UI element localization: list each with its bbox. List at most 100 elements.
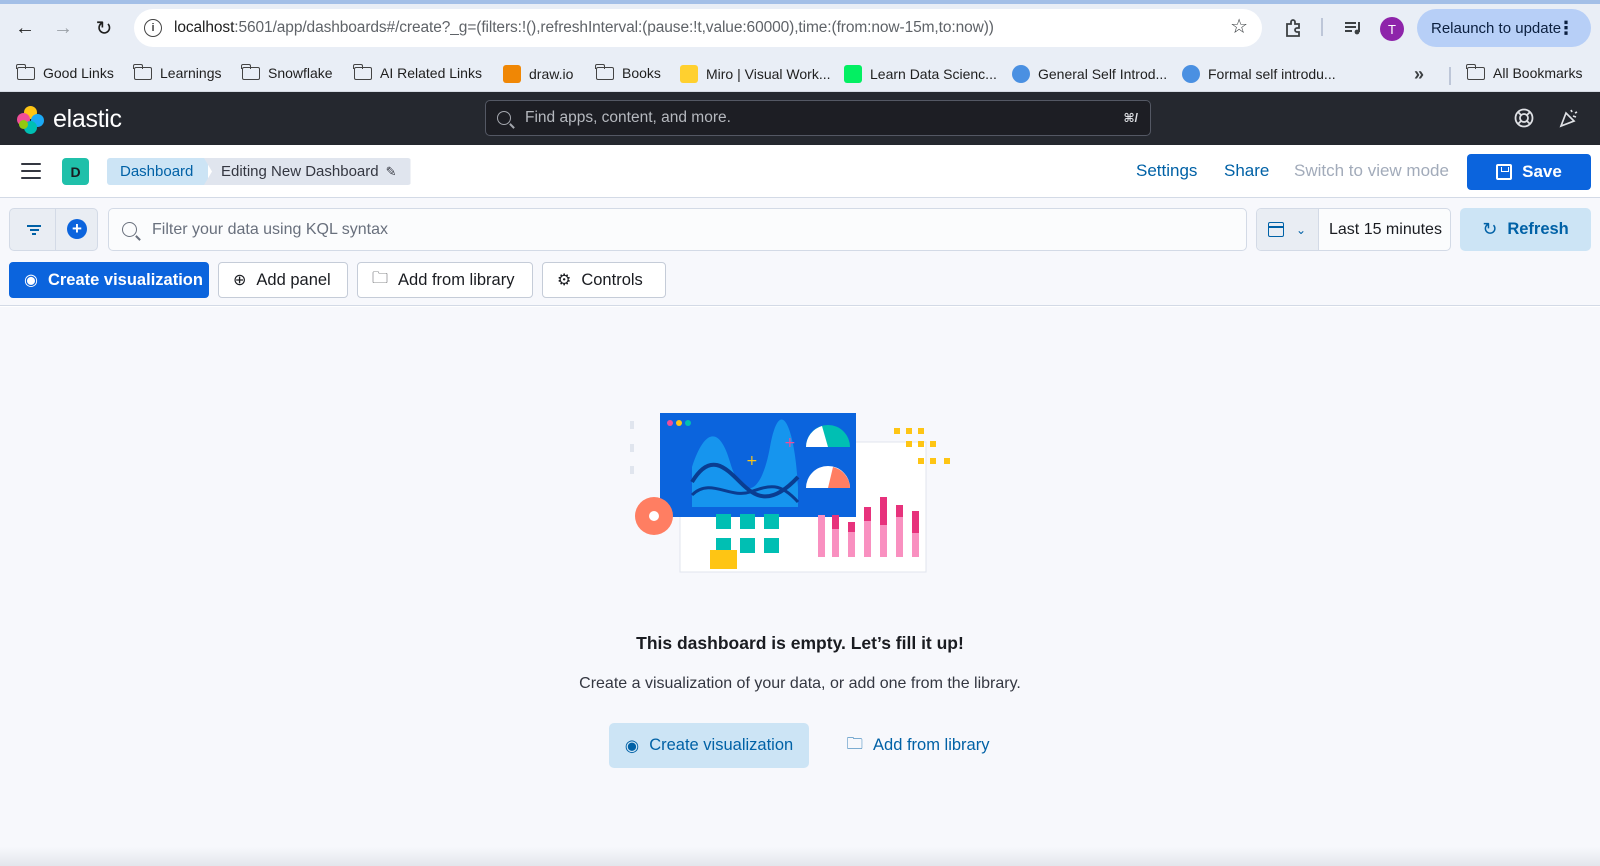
create-visualization-button[interactable]: ◉ Create visualization (9, 262, 209, 298)
time-range-label[interactable]: Last 15 minutes (1329, 221, 1442, 239)
bookmark-label: General Self Introd... (1038, 66, 1168, 82)
search-icon (497, 111, 511, 125)
add-from-library-button[interactable]: 🗀 Add from library (357, 262, 533, 298)
kql-search-input[interactable]: Filter your data using KQL syntax (108, 208, 1247, 251)
breadcrumb-editing[interactable]: Editing New Dashboard ✎ (204, 158, 411, 185)
empty-create-visualization-label: Create visualization (649, 736, 794, 754)
refresh-icon: ↻ (1482, 219, 1498, 239)
breadcrumb-dashboard[interactable]: Dashboard (107, 158, 209, 185)
bookmark-star-icon[interactable]: ☆ (1230, 17, 1248, 37)
breadcrumb-label: Editing New Dashboard (221, 163, 379, 180)
people-icon (1182, 65, 1200, 83)
empty-add-from-library-label: Add from library (873, 736, 990, 754)
bookmark-formal-self-intro[interactable]: Formal self introdu... (1182, 65, 1336, 83)
bookmark-drawio[interactable]: draw.io (503, 65, 573, 83)
add-panel-button[interactable]: ⊕ Add panel (218, 262, 348, 298)
back-icon[interactable]: ← (11, 14, 39, 42)
bookmark-learn-data-science[interactable]: Learn Data Scienc... (844, 65, 997, 83)
bookmark-label: All Bookmarks (1493, 65, 1583, 81)
empty-add-from-library-button[interactable]: 🗀 Add from library (832, 723, 1004, 768)
bookmark-label: Learnings (160, 65, 222, 81)
bookmark-snowflake[interactable]: Snowflake (241, 63, 333, 81)
pencil-icon: ✎ (385, 163, 397, 179)
media-control-icon[interactable] (1341, 16, 1365, 40)
space-avatar[interactable]: D (62, 158, 89, 185)
search-shortcut: ⌘/ (1123, 111, 1138, 125)
bookmark-label: Learn Data Scienc... (870, 66, 997, 82)
quick-select-button[interactable]: ⌄ (1257, 209, 1319, 250)
help-icon[interactable] (1512, 106, 1536, 130)
bookmark-good-links[interactable]: Good Links (16, 63, 114, 81)
relaunch-label: Relaunch to update (1431, 19, 1562, 37)
miro-icon (680, 65, 698, 83)
browser-toolbar: ← → ↻ i localhost:5601/app/dashboards#/c… (0, 0, 1600, 58)
switch-view-mode-link[interactable]: Switch to view mode (1294, 161, 1449, 181)
empty-create-visualization-button[interactable]: ◉ Create visualization (609, 723, 809, 768)
news-feed-icon[interactable] (1557, 106, 1581, 130)
relaunch-button[interactable]: Relaunch to update ⋮ (1417, 9, 1591, 47)
folder-icon (1466, 63, 1485, 80)
reload-icon[interactable]: ↻ (90, 14, 118, 42)
dashboard-app-bar: D Dashboard Editing New Dashboard ✎ Sett… (0, 145, 1600, 198)
folder-icon (241, 63, 260, 80)
kibana-header: elastic Find apps, content, and more. ⌘/ (0, 92, 1600, 145)
visualize-icon: ◉ (624, 736, 640, 755)
create-visualization-label: Create visualization (47, 270, 203, 289)
bookmark-learnings[interactable]: Learnings (133, 63, 222, 81)
url-path: :5601/app/dashboards#/create?_g=(filters… (234, 19, 994, 36)
bookmark-label: AI Related Links (380, 65, 482, 81)
save-label: Save (1522, 162, 1562, 181)
controls-icon: ⚙ (557, 272, 572, 289)
forward-icon[interactable]: → (49, 14, 77, 42)
drawio-icon (503, 65, 521, 83)
svg-text:+: + (784, 435, 796, 451)
site-info-icon[interactable]: i (144, 19, 162, 37)
profile-avatar[interactable]: T (1380, 17, 1404, 41)
datacamp-icon (844, 65, 862, 83)
people-icon (1012, 65, 1030, 83)
toolbar-divider (1321, 18, 1323, 36)
visualize-icon: ◉ (24, 272, 38, 289)
settings-link[interactable]: Settings (1136, 161, 1197, 181)
tab-strip-edge (0, 0, 1600, 4)
extensions-icon[interactable] (1281, 16, 1305, 40)
bookmark-label: Miro | Visual Work... (706, 66, 831, 82)
empty-state-title: This dashboard is empty. Let’s fill it u… (636, 633, 964, 653)
kebab-menu-icon: ⋮ (1557, 18, 1575, 38)
refresh-label: Refresh (1507, 220, 1569, 238)
more-bookmarks-icon[interactable]: » (1414, 64, 1424, 85)
bottom-shadow (0, 847, 1600, 866)
search-icon (122, 222, 137, 237)
empty-state-subtitle: Create a visualization of your data, or … (579, 675, 1021, 692)
chevron-down-icon: ⌄ (1296, 222, 1307, 237)
bookmark-label: draw.io (529, 66, 574, 82)
all-bookmarks[interactable]: All Bookmarks (1466, 63, 1583, 81)
elastic-logo[interactable]: elastic (17, 105, 122, 134)
add-filter-icon[interactable]: + (67, 219, 87, 239)
filter-icon[interactable] (27, 225, 41, 237)
bookmark-label: Formal self introdu... (1208, 66, 1336, 82)
folder-icon (353, 63, 372, 80)
bookmarks-bar: Good Links Learnings Snowflake AI Relate… (0, 58, 1600, 92)
bookmark-general-self-intro[interactable]: General Self Introd... (1012, 65, 1167, 83)
bookmark-miro[interactable]: Miro | Visual Work... (680, 65, 830, 83)
bookmark-label: Books (622, 65, 661, 81)
save-button[interactable]: Save (1467, 154, 1591, 190)
kql-placeholder: Filter your data using KQL syntax (152, 220, 388, 238)
group-divider (55, 209, 56, 250)
refresh-button[interactable]: ↻ Refresh (1460, 208, 1591, 251)
elastic-logo-icon (17, 105, 45, 134)
global-search-input[interactable]: Find apps, content, and more. ⌘/ (485, 100, 1151, 136)
empty-dashboard-illustration: + + (630, 413, 950, 573)
controls-button[interactable]: ⚙ Controls (542, 262, 666, 298)
share-link[interactable]: Share (1224, 161, 1269, 181)
bookmarks-divider (1449, 67, 1451, 85)
address-bar[interactable]: i localhost:5601/app/dashboards#/create?… (134, 9, 1262, 47)
bookmark-books[interactable]: Books (595, 63, 661, 81)
bookmark-ai-related-links[interactable]: AI Related Links (353, 63, 482, 81)
bookmark-label: Good Links (43, 65, 114, 81)
menu-icon[interactable] (21, 163, 41, 180)
url-text[interactable]: localhost:5601/app/dashboards#/create?_g… (174, 19, 994, 37)
calendar-icon (1268, 222, 1284, 237)
time-picker[interactable]: ⌄ Last 15 minutes (1256, 208, 1451, 251)
